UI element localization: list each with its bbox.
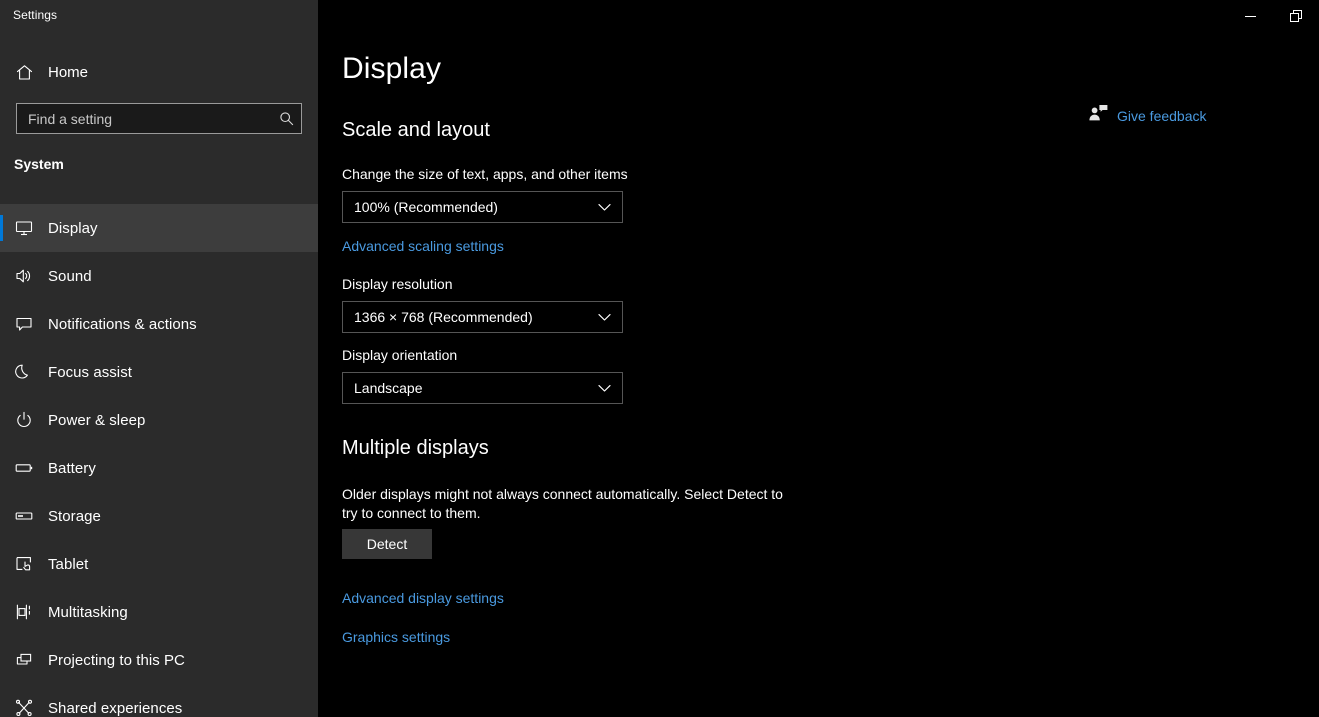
speaker-icon bbox=[0, 266, 48, 286]
detect-button[interactable]: Detect bbox=[342, 529, 432, 559]
display-orientation-label: Display orientation bbox=[342, 347, 458, 363]
minimize-icon bbox=[1244, 15, 1256, 17]
sidebar-item-tablet[interactable]: Tablet bbox=[0, 540, 318, 588]
drive-icon bbox=[0, 506, 48, 526]
display-orientation-value: Landscape bbox=[354, 380, 423, 396]
sidebar-item-label: Sound bbox=[48, 267, 92, 285]
sidebar-item-multitasking[interactable]: Multitasking bbox=[0, 588, 318, 636]
sidebar-item-storage[interactable]: Storage bbox=[0, 492, 318, 540]
sidebar-item-projecting[interactable]: Projecting to this PC bbox=[0, 636, 318, 684]
share-nodes-icon bbox=[0, 698, 48, 717]
battery-icon bbox=[0, 458, 48, 478]
sidebar-item-label: Power & sleep bbox=[48, 411, 146, 429]
chevron-down-icon bbox=[594, 384, 614, 393]
sidebar-item-battery[interactable]: Battery bbox=[0, 444, 318, 492]
sidebar-item-label: Tablet bbox=[48, 555, 89, 573]
settings-window: Settings Home Find a setting System Disp… bbox=[0, 0, 1319, 717]
search-icon bbox=[279, 112, 293, 126]
multitasking-icon bbox=[16, 604, 30, 620]
display-resolution-label: Display resolution bbox=[342, 276, 453, 292]
search-container bbox=[16, 103, 302, 134]
search-button[interactable] bbox=[271, 104, 301, 133]
graphics-settings-link[interactable]: Graphics settings bbox=[342, 629, 450, 645]
advanced-display-settings-link[interactable]: Advanced display settings bbox=[342, 590, 504, 606]
scale-label: Change the size of text, apps, and other… bbox=[342, 166, 628, 182]
sidebar-item-label: Focus assist bbox=[48, 363, 132, 381]
sidebar-item-shared-experiences[interactable]: Shared experiences bbox=[0, 684, 318, 717]
advanced-scaling-settings-link[interactable]: Advanced scaling settings bbox=[342, 238, 504, 254]
sidebar-item-label: Storage bbox=[48, 507, 101, 525]
chevron-down-icon bbox=[594, 203, 614, 212]
restore-button[interactable] bbox=[1273, 0, 1319, 32]
monitor-icon bbox=[0, 218, 48, 238]
moon-icon bbox=[0, 362, 48, 382]
home-icon bbox=[0, 63, 48, 82]
scale-and-layout-heading: Scale and layout bbox=[342, 119, 490, 141]
sidebar: Home System Displ bbox=[0, 0, 318, 717]
sidebar-item-power-sleep[interactable]: Power & sleep bbox=[0, 396, 318, 444]
minimize-button[interactable] bbox=[1227, 0, 1273, 32]
chevron-down-icon bbox=[594, 313, 614, 322]
tablet-touch-icon bbox=[0, 554, 48, 574]
sidebar-item-focus-assist[interactable]: Focus assist bbox=[0, 348, 318, 396]
speech-bubble-icon bbox=[0, 314, 48, 334]
sidebar-group-title: System bbox=[14, 156, 64, 172]
sidebar-item-label: Display bbox=[48, 219, 98, 237]
projecting-icon bbox=[0, 650, 48, 670]
multiple-displays-description: Older displays might not always connect … bbox=[342, 486, 783, 521]
page-title: Display bbox=[342, 52, 442, 85]
feedback-person-icon bbox=[1088, 104, 1108, 127]
display-resolution-dropdown[interactable]: 1366 × 768 (Recommended) bbox=[342, 301, 623, 333]
power-icon bbox=[0, 410, 48, 430]
display-orientation-dropdown[interactable]: Landscape bbox=[342, 372, 623, 404]
scale-dropdown-value: 100% (Recommended) bbox=[354, 199, 498, 215]
give-feedback-link[interactable]: Give feedback bbox=[1088, 104, 1207, 127]
sidebar-item-home[interactable]: Home bbox=[0, 56, 318, 88]
sidebar-item-label: Battery bbox=[48, 459, 96, 477]
sidebar-item-sound[interactable]: Sound bbox=[0, 252, 318, 300]
restore-icon bbox=[1289, 9, 1302, 22]
sidebar-item-label: Shared experiences bbox=[48, 699, 183, 717]
sidebar-item-label: Multitasking bbox=[48, 603, 128, 621]
multiple-displays-heading: Multiple displays bbox=[342, 437, 489, 459]
main-content: Display Give feedback Scale and layout C… bbox=[318, 0, 1319, 717]
sidebar-nav-list: Display Sound Notifications & actions Fo… bbox=[0, 204, 318, 717]
sidebar-item-display[interactable]: Display bbox=[0, 204, 318, 252]
display-resolution-value: 1366 × 768 (Recommended) bbox=[354, 309, 533, 325]
sidebar-item-notifications[interactable]: Notifications & actions bbox=[0, 300, 318, 348]
sidebar-item-label: Notifications & actions bbox=[48, 315, 197, 333]
sidebar-home-label: Home bbox=[48, 63, 89, 81]
search-input[interactable] bbox=[16, 103, 302, 134]
give-feedback-label: Give feedback bbox=[1117, 107, 1207, 124]
scale-dropdown[interactable]: 100% (Recommended) bbox=[342, 191, 623, 223]
sidebar-item-label: Projecting to this PC bbox=[48, 651, 185, 669]
window-controls bbox=[1227, 0, 1319, 32]
